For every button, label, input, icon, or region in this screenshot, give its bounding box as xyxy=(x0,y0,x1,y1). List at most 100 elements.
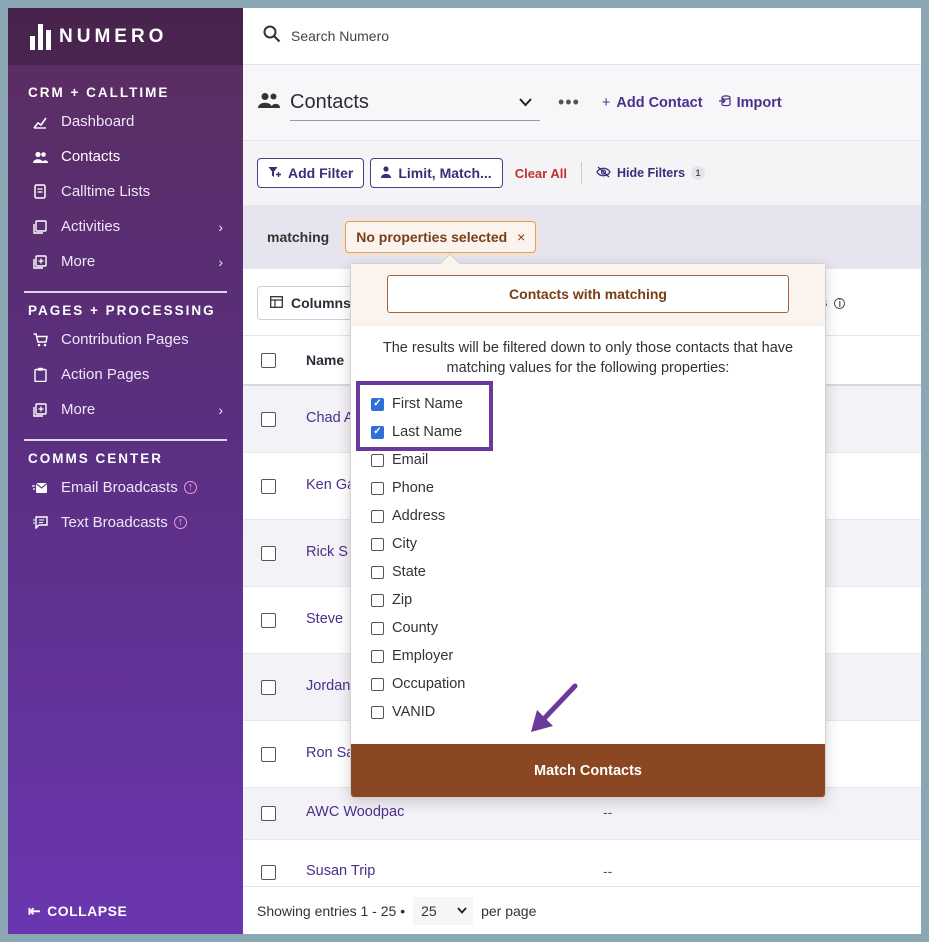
section-title-comms: COMMS CENTER xyxy=(28,451,163,466)
row-checkbox[interactable] xyxy=(261,806,276,821)
add-contact-button[interactable]: + Add Contact xyxy=(602,95,703,111)
row-checkbox[interactable] xyxy=(261,680,276,695)
option-label: Address xyxy=(392,508,446,524)
option-county[interactable]: County xyxy=(371,620,438,636)
option-email[interactable]: Email xyxy=(371,452,428,468)
sidebar-item-label: Contribution Pages xyxy=(61,331,189,348)
add-contact-label: Add Contact xyxy=(616,94,703,111)
sidebar-item-contribution-pages[interactable]: Contribution Pages xyxy=(8,322,243,357)
limit-match-button[interactable]: Limit, Match... xyxy=(370,158,503,188)
county-checkbox[interactable] xyxy=(371,621,384,635)
occupation-checkbox[interactable] xyxy=(371,677,384,691)
contact-name-link[interactable]: Ken Ga xyxy=(306,477,355,493)
row-checkbox[interactable] xyxy=(261,546,276,561)
option-last-name[interactable]: ✓ Last Name xyxy=(371,424,462,440)
option-address[interactable]: Address xyxy=(371,508,445,524)
option-first-name[interactable]: ✓ First Name xyxy=(371,396,463,412)
pagination-footer: Showing entries 1 - 25 • 25 per page xyxy=(243,886,921,934)
first-name-checkbox[interactable]: ✓ xyxy=(371,397,384,411)
option-label: City xyxy=(392,536,417,552)
option-city[interactable]: City xyxy=(371,536,417,552)
collapse-arrow-icon: ⇤ xyxy=(28,903,42,920)
page-header: Contacts ••• + Add Contact Import xyxy=(243,65,921,141)
chevron-down-icon xyxy=(519,94,532,110)
option-label: Occupation xyxy=(392,676,466,692)
matching-pill[interactable]: No properties selected × xyxy=(345,221,537,253)
showing-entries-label: Showing entries 1 - 25 • xyxy=(257,902,406,919)
contact-name-link[interactable]: Steve xyxy=(306,611,343,627)
contact-name-link[interactable]: AWC Woodpac xyxy=(306,804,404,820)
matching-pill-label: No properties selected xyxy=(356,229,508,245)
sidebar-item-activities[interactable]: Activities › xyxy=(8,209,243,244)
add-filter-button[interactable]: Add Filter xyxy=(257,158,365,188)
close-icon[interactable]: × xyxy=(517,229,525,245)
option-label: First Name xyxy=(392,396,463,412)
matching-row: matching No properties selected × xyxy=(243,205,921,269)
state-checkbox[interactable] xyxy=(371,565,384,579)
checked-options-highlight xyxy=(356,381,493,451)
option-state[interactable]: State xyxy=(371,564,426,580)
sidebar-item-action-pages[interactable]: Action Pages xyxy=(8,357,243,392)
plus-box-icon xyxy=(32,402,48,418)
per-page-select[interactable]: 25 xyxy=(413,896,474,925)
sidebar-item-label: Email Broadcasts xyxy=(61,479,178,496)
contact-name-link[interactable]: Susan Trip xyxy=(306,863,375,879)
sidebar-item-contacts[interactable]: Contacts xyxy=(8,139,243,174)
sidebar-divider xyxy=(24,439,227,441)
sidebar-item-more-pages[interactable]: More › xyxy=(8,392,243,427)
sidebar-item-dashboard[interactable]: Dashboard xyxy=(8,104,243,139)
phone-checkbox[interactable] xyxy=(371,481,384,495)
contact-name-link[interactable]: Rick S xyxy=(306,544,348,560)
email-checkbox[interactable] xyxy=(371,453,384,467)
tab-contacts-with-matching[interactable]: Contacts with matching xyxy=(387,275,789,313)
more-options-button[interactable]: ••• xyxy=(558,92,580,113)
match-contacts-button[interactable]: Match Contacts xyxy=(351,744,825,797)
name-column-header[interactable]: Name xyxy=(306,352,344,368)
contact-name-link[interactable]: Chad A xyxy=(306,410,354,426)
logo[interactable]: NUMERO xyxy=(8,8,243,65)
sidebar-item-label: More xyxy=(61,401,96,418)
row-checkbox[interactable] xyxy=(261,412,276,427)
columns-label: Columns xyxy=(291,295,351,311)
sidebar-item-email-broadcasts[interactable]: Email Broadcasts ↑ xyxy=(8,470,243,505)
eye-off-icon xyxy=(596,166,611,181)
option-employer[interactable]: Employer xyxy=(371,648,453,664)
hide-filters-button[interactable]: Hide Filters 1 xyxy=(596,166,706,181)
vanid-checkbox[interactable] xyxy=(371,705,384,719)
collapse-button[interactable]: ⇤ COLLAPSE xyxy=(28,902,127,920)
row-checkbox[interactable] xyxy=(261,613,276,628)
contact-name-link[interactable]: Jordan xyxy=(306,678,350,694)
contact-name-link[interactable]: Ron Sa xyxy=(306,745,354,761)
option-vanid[interactable]: VANID xyxy=(371,704,435,720)
row-checkbox[interactable] xyxy=(261,865,276,880)
sidebar-item-text-broadcasts[interactable]: Text Broadcasts ↑ xyxy=(8,505,243,540)
address-checkbox[interactable] xyxy=(371,509,384,523)
row-checkbox[interactable] xyxy=(261,747,276,762)
option-zip[interactable]: Zip xyxy=(371,592,412,608)
zip-checkbox[interactable] xyxy=(371,593,384,607)
city-checkbox[interactable] xyxy=(371,537,384,551)
upgrade-icon: ↑ xyxy=(183,481,197,494)
option-label: VANID xyxy=(392,704,436,720)
option-phone[interactable]: Phone xyxy=(371,480,434,496)
sidebar-item-label: Calltime Lists xyxy=(61,183,151,200)
select-all-checkbox[interactable] xyxy=(261,353,276,368)
last-name-checkbox[interactable]: ✓ xyxy=(371,425,384,439)
filter-bar: Add Filter Limit, Match... Clear All Hid… xyxy=(243,141,921,205)
popover-header: Contacts with matching xyxy=(351,264,825,326)
row-checkbox[interactable] xyxy=(261,479,276,494)
collapse-label: COLLAPSE xyxy=(47,903,128,919)
search-input[interactable]: Search Numero xyxy=(291,28,389,44)
view-select[interactable]: Contacts xyxy=(290,85,540,121)
option-label: Phone xyxy=(392,480,434,496)
clear-all-button[interactable]: Clear All xyxy=(515,166,567,181)
sidebar-item-more-crm[interactable]: More › xyxy=(8,244,243,279)
option-occupation[interactable]: Occupation xyxy=(371,676,465,692)
view-select-label: Contacts xyxy=(290,90,369,113)
import-button[interactable]: Import xyxy=(718,95,782,111)
search-bar[interactable]: Search Numero xyxy=(243,8,921,65)
option-label: Last Name xyxy=(392,424,463,440)
employer-checkbox[interactable] xyxy=(371,649,384,663)
sms-icon xyxy=(32,515,48,531)
sidebar-item-calltime-lists[interactable]: Calltime Lists xyxy=(8,174,243,209)
